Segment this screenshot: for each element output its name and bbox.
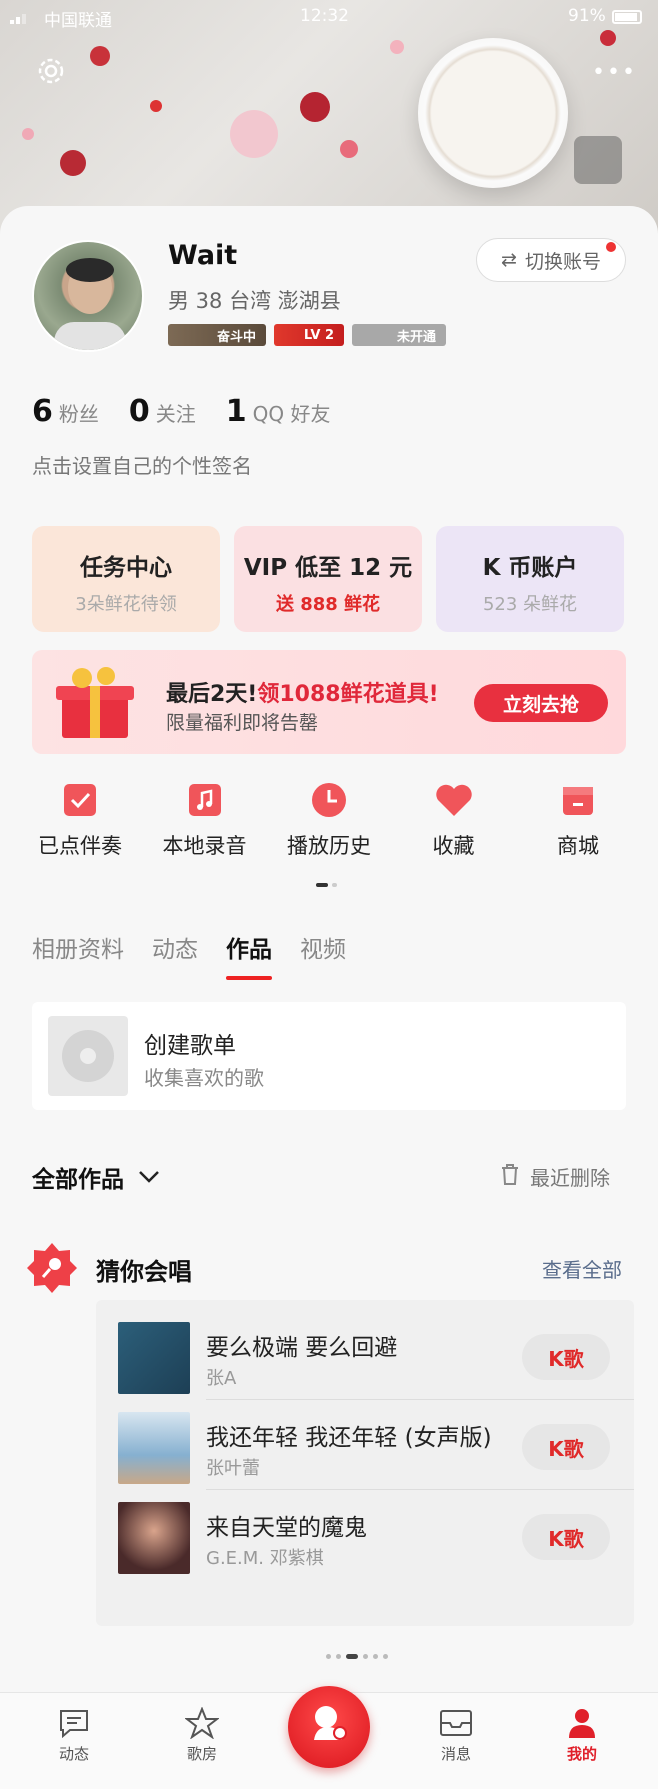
struggle-badge[interactable]: 奋斗中	[168, 324, 266, 346]
switch-account-label: 切换账号	[524, 250, 601, 273]
signature-prompt[interactable]: 点击设置自己的个性签名	[32, 450, 252, 479]
disc-icon	[48, 1016, 128, 1096]
vip-card[interactable]: VIP 低至 12 元 送 888 鲜花	[234, 526, 422, 632]
create-playlist[interactable]: 创建歌单 收集喜欢的歌	[32, 1002, 626, 1110]
person-icon	[565, 1707, 599, 1739]
tab-feed[interactable]: 动态	[152, 930, 198, 980]
song-cover	[118, 1502, 190, 1574]
heart-icon	[434, 780, 474, 820]
trash-icon	[500, 1163, 520, 1190]
quick-item-local-recording[interactable]: 本地录音	[143, 780, 267, 860]
badges-row: 奋斗中 LV 2 未开通	[168, 324, 446, 346]
kcoin-card[interactable]: K 币账户 523 朵鲜花	[436, 526, 624, 632]
sing-button[interactable]: K歌	[522, 1424, 610, 1470]
sing-button[interactable]: K歌	[522, 1514, 610, 1560]
clock-icon	[309, 780, 349, 820]
battery-icon	[612, 10, 642, 24]
nav-me[interactable]: 我的	[542, 1707, 622, 1764]
user-info: 男 38 台湾 澎湖县	[168, 289, 341, 313]
music-note-icon	[185, 780, 225, 820]
avatar[interactable]	[32, 240, 144, 352]
song-title: 要么极端 要么回避	[206, 1335, 398, 1361]
stat-fans[interactable]: 6 粉丝	[32, 394, 99, 429]
task-center-title: 任务中心	[80, 555, 172, 581]
nav-messages[interactable]: 消息	[416, 1707, 496, 1764]
quick-item-favorites[interactable]: 收藏	[392, 780, 516, 860]
more-options-icon[interactable]: •••	[592, 60, 637, 85]
vip-title: VIP 低至 12 元	[243, 555, 413, 581]
song-artist: G.E.M. 邓紫棋	[206, 1548, 324, 1569]
carrier-label: 中国联通	[44, 11, 112, 31]
notification-dot	[606, 242, 616, 252]
all-works-dropdown[interactable]: 全部作品	[32, 1160, 160, 1194]
carousel-pager	[326, 1654, 388, 1659]
stats-row: 6 粉丝 0 关注 1 QQ 好友	[32, 394, 330, 429]
list-item[interactable]: 我还年轻 我还年轻 (女声版) 张叶蕾 K歌	[118, 1400, 634, 1490]
tab-works[interactable]: 作品	[226, 930, 272, 980]
song-cover	[118, 1412, 190, 1484]
vip-badge[interactable]: 未开通	[352, 324, 446, 346]
create-playlist-title: 创建歌单	[144, 1033, 236, 1059]
mail-icon	[439, 1707, 473, 1739]
signal-icon	[10, 12, 32, 24]
nav-song-room[interactable]: 歌房	[162, 1707, 242, 1764]
switch-account-button[interactable]: ⇄ 切换账号	[476, 238, 626, 282]
chevron-down-icon	[138, 1164, 160, 1190]
promo-subline: 限量福利即将告罄	[166, 712, 319, 734]
battery-percent: 91%	[568, 6, 606, 26]
sing-button[interactable]: K歌	[522, 1334, 610, 1380]
profile-tabs: 相册资料 动态 作品 视频	[32, 930, 346, 980]
coffee-cup-image	[418, 38, 568, 188]
settings-gear-icon[interactable]	[34, 54, 68, 88]
guess-section-title: 猜你会唱	[96, 1258, 192, 1286]
level-badge[interactable]: LV 2	[274, 324, 344, 346]
quick-item-shop[interactable]: 商城	[516, 780, 640, 860]
vip-sub: 送 888 鲜花	[275, 594, 381, 615]
karaoke-mic-icon	[304, 1700, 354, 1754]
status-bar: 中国联通 12:32 91%	[0, 0, 658, 36]
check-box-icon	[60, 780, 100, 820]
list-item[interactable]: 要么极端 要么回避 张A K歌	[118, 1310, 634, 1400]
nav-feed[interactable]: 动态	[34, 1707, 114, 1764]
song-title: 我还年轻 我还年轻 (女声版)	[206, 1425, 492, 1451]
promo-headline: 最后2天!领1088鲜花道具!	[166, 682, 439, 707]
tab-video[interactable]: 视频	[300, 930, 346, 980]
kcoin-sub: 523 朵鲜花	[482, 594, 578, 615]
swap-arrows-icon: ⇄	[501, 249, 517, 271]
stat-following[interactable]: 0 关注	[129, 394, 196, 429]
quick-menu-pager	[316, 883, 337, 887]
gift-box-icon	[46, 662, 144, 742]
feed-icon	[57, 1707, 91, 1739]
stat-qq-friends[interactable]: 1 QQ 好友	[226, 394, 331, 429]
song-list: 要么极端 要么回避 张A K歌 我还年轻 我还年轻 (女声版) 张叶蕾 K歌 来…	[96, 1300, 634, 1626]
song-cover	[118, 1322, 190, 1394]
star-icon	[185, 1707, 219, 1739]
header-background	[0, 0, 658, 240]
kcoin-title: K 币账户	[482, 555, 578, 581]
task-center-sub: 3朵鲜花待领	[75, 594, 177, 615]
see-all-link[interactable]: 查看全部	[542, 1254, 622, 1283]
recently-deleted-button[interactable]: 最近删除	[500, 1162, 610, 1191]
song-title: 来自天堂的魔鬼	[206, 1515, 367, 1541]
quick-item-history[interactable]: 播放历史	[267, 780, 391, 860]
quick-item-ordered[interactable]: 已点伴奏	[18, 780, 142, 860]
song-artist: 张叶蕾	[206, 1458, 260, 1479]
microphone-badge-icon	[26, 1242, 78, 1294]
tab-album[interactable]: 相册资料	[32, 930, 124, 980]
shop-icon	[558, 780, 598, 820]
username: Wait	[168, 240, 238, 271]
song-artist: 张A	[206, 1368, 237, 1389]
task-center-card[interactable]: 任务中心 3朵鲜花待领	[32, 526, 220, 632]
quick-menu: 已点伴奏 本地录音 播放历史 收藏 商城	[18, 780, 640, 860]
create-playlist-subtitle: 收集喜欢的歌	[144, 1066, 264, 1090]
grab-now-button[interactable]: 立刻去抢	[474, 684, 608, 722]
list-item[interactable]: 来自天堂的魔鬼 G.E.M. 邓紫棋 K歌	[118, 1490, 634, 1580]
sing-center-button[interactable]	[288, 1686, 370, 1768]
cover-edit-icon[interactable]	[574, 136, 622, 184]
promo-banner[interactable]: 最后2天!领1088鲜花道具! 限量福利即将告罄 立刻去抢	[32, 650, 626, 754]
time-label: 12:32	[300, 6, 349, 26]
